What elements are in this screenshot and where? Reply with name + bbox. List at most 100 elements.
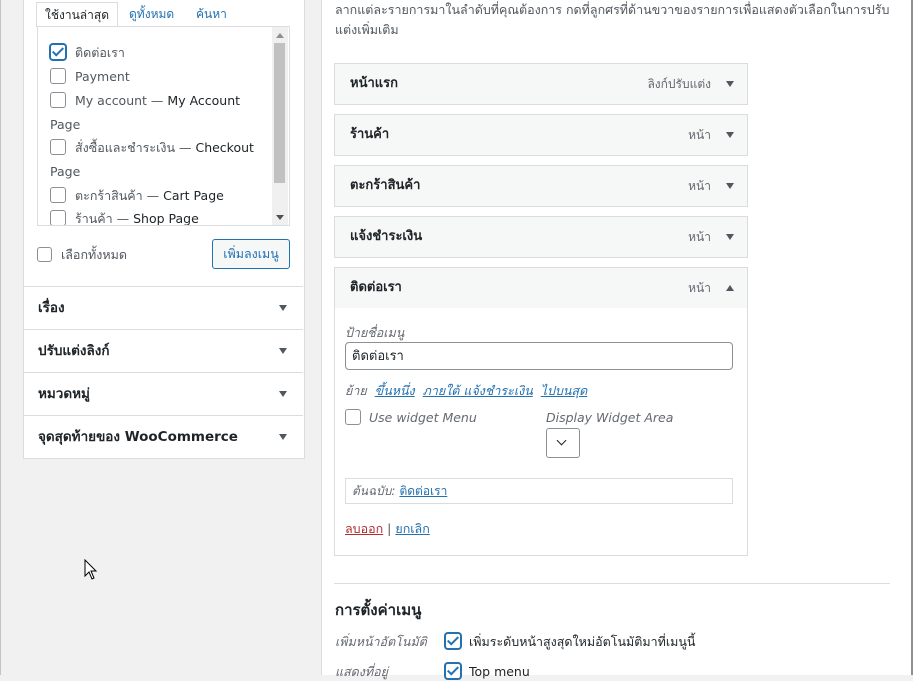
item-label: ตะกร้าสินค้า — — [75, 188, 160, 203]
display-location-row: แสดงที่อยู่ Top menu — [335, 663, 895, 681]
move-up-link[interactable]: ขึ้นหนึ่ง — [375, 383, 415, 398]
item-suffix: Checkout — [195, 140, 254, 155]
list-item[interactable]: สั่งซื้อและชำระเงิน — Checkout — [50, 136, 275, 160]
menu-item-shop[interactable]: ร้านค้า หน้า — [334, 114, 748, 156]
menu-item-type: หน้า — [688, 230, 711, 244]
menu-item-type: หน้า — [688, 179, 711, 193]
tab-most-recent[interactable]: ใช้งานล่าสุด — [36, 2, 119, 27]
checkbox-checked[interactable] — [50, 44, 66, 60]
item-suffix: Cart Page — [163, 188, 224, 203]
caret-down-icon — [279, 305, 287, 311]
scroll-down-arrow-icon[interactable] — [276, 215, 284, 220]
use-widget-menu[interactable]: Use widget Menu — [345, 409, 477, 427]
remove-link[interactable]: ลบออก — [345, 521, 383, 536]
use-widget-label: Use widget Menu — [369, 410, 477, 425]
chevron-down-icon — [556, 435, 567, 446]
mouse-cursor-icon — [84, 559, 98, 580]
caret-down-icon[interactable] — [726, 132, 734, 138]
top-menu-checkbox[interactable] — [445, 663, 461, 679]
auto-add-label: เพิ่มหน้าอัตโนมัติ — [335, 634, 427, 649]
caret-down-icon — [279, 348, 287, 354]
auto-add-pages-row: เพิ่มหน้าอัตโนมัติ เพิ่มระดับหน้าสูงสุดใ… — [335, 633, 895, 651]
use-widget-checkbox[interactable] — [345, 409, 361, 425]
checkbox[interactable] — [50, 187, 66, 203]
select-all-checkbox[interactable] — [37, 247, 52, 262]
item-label: ติดต่อเรา — [75, 45, 125, 60]
menu-item-title: ตะกร้าสินค้า — [350, 178, 421, 193]
caret-down-icon — [279, 434, 287, 440]
add-to-menu-button[interactable]: เพิ่มลงเมนู — [212, 239, 290, 269]
display-location-option[interactable]: Top menu — [445, 663, 530, 681]
list-item[interactable]: Payment — [50, 65, 275, 89]
list-item[interactable]: ตะกร้าสินค้า — Cart Page — [50, 184, 275, 208]
auto-add-checkbox[interactable] — [445, 633, 461, 649]
accordion-title: จุดสุดท้ายของ WooCommerce — [38, 429, 238, 445]
caret-down-icon[interactable] — [726, 183, 734, 189]
item-label: สั่งซื้อและชำระเงิน — — [75, 140, 192, 155]
move-to-top-link[interactable]: ไปบนสุด — [541, 383, 587, 398]
item-actions: ลบออก | ยกเลิก — [345, 520, 430, 538]
checklist-scrollbar[interactable] — [272, 27, 288, 225]
item-label: Page — [50, 117, 81, 132]
menu-item-title: ร้านค้า — [350, 127, 390, 142]
accordion-posts[interactable]: เรื่อง — [23, 286, 303, 329]
actions-separator: | — [387, 521, 392, 536]
select-all[interactable]: เลือกทั้งหมด — [37, 246, 127, 264]
menu-item-home[interactable]: หน้าแรก ลิงก์ปรับแต่ง — [334, 63, 748, 105]
window-left-edge — [0, 0, 1, 675]
scroll-thumb[interactable] — [274, 43, 285, 183]
scroll-up-arrow-icon[interactable] — [276, 33, 284, 38]
section-divider — [334, 583, 890, 584]
menu-item-cart[interactable]: ตะกร้าสินค้า หน้า — [334, 165, 748, 207]
item-label: Page — [50, 164, 81, 179]
menu-item-contact[interactable]: ติดต่อเรา หน้า — [334, 267, 748, 310]
item-suffix: Shop Page — [133, 211, 199, 226]
tab-view-all[interactable]: ดูทั้งหมด — [129, 2, 174, 26]
menu-item-type: หน้า — [688, 281, 711, 295]
list-item[interactable]: My account — My Account — [50, 89, 275, 113]
menu-item-title: ติดต่อเรา — [350, 280, 402, 295]
widget-area-select[interactable] — [546, 428, 580, 458]
item-suffix: My Account — [167, 93, 241, 108]
original-link-box: ต้นฉบับ: ติดต่อเรา — [345, 478, 733, 504]
top-menu-text: Top menu — [469, 664, 530, 679]
auto-add-text: เพิ่มระดับหน้าสูงสุดใหม่อัตโนมัติมาที่เม… — [469, 634, 696, 649]
tab-search[interactable]: ค้นหา — [196, 2, 227, 26]
list-item[interactable]: ร้านค้า — Shop Page — [50, 207, 275, 226]
checkbox[interactable] — [50, 92, 66, 108]
original-label: ต้นฉบับ: — [352, 484, 396, 498]
pages-checklist: ติดต่อเรา Payment My account — My Accoun… — [37, 27, 290, 226]
accordion-categories[interactable]: หมวดหมู่ — [23, 372, 303, 415]
menu-settings-title: การตั้งค่าเมนู — [335, 601, 422, 619]
pages-tabs: ใช้งานล่าสุด ดูทั้งหมด ค้นหา — [36, 0, 290, 27]
original-link[interactable]: ติดต่อเรา — [399, 484, 447, 498]
menu-item-payment-notify[interactable]: แจ้งชำระเงิน หน้า — [334, 216, 748, 258]
list-item[interactable]: ติดต่อเรา — [50, 41, 275, 65]
navigation-label-input[interactable]: ติดต่อเรา — [345, 342, 733, 370]
item-label: ร้านค้า — — [75, 211, 130, 226]
list-item-wrap: Page — [50, 160, 275, 184]
display-location-label: แสดงที่อยู่ — [335, 664, 388, 679]
navigation-label: ป้ายชื่อเมนู — [345, 325, 405, 340]
move-under-link[interactable]: ภายใต้ แจ้งชำระเงิน — [423, 383, 533, 398]
caret-up-icon[interactable] — [726, 285, 734, 291]
auto-add-option[interactable]: เพิ่มระดับหน้าสูงสุดใหม่อัตโนมัติมาที่เม… — [445, 633, 695, 651]
accordion-title: เรื่อง — [38, 300, 65, 316]
caret-down-icon[interactable] — [726, 81, 734, 87]
item-label: My account — — [75, 93, 164, 108]
caret-down-icon[interactable] — [726, 234, 734, 240]
menu-item-type: ลิงก์ปรับแต่ง — [647, 77, 711, 91]
checkbox[interactable] — [50, 68, 66, 84]
accordion-woocommerce-endpoints[interactable]: จุดสุดท้ายของ WooCommerce — [23, 415, 303, 458]
checkbox[interactable] — [50, 210, 66, 225]
menu-item-type: หน้า — [688, 128, 711, 142]
move-label: ย้าย — [345, 383, 367, 398]
display-widget-label: Display Widget Area — [546, 410, 674, 425]
list-item-wrap: Page — [50, 113, 275, 137]
cancel-link[interactable]: ยกเลิก — [395, 521, 429, 536]
accordion-title: หมวดหมู่ — [38, 386, 90, 402]
menu-item-title: แจ้งชำระเงิน — [350, 229, 423, 244]
accordion-custom-links[interactable]: ปรับแต่งลิงก์ — [23, 329, 303, 372]
checkbox[interactable] — [50, 139, 66, 155]
move-links: ย้าย ขึ้นหนึ่ง ภายใต้ แจ้งชำระเงิน ไปบนส… — [345, 382, 587, 400]
